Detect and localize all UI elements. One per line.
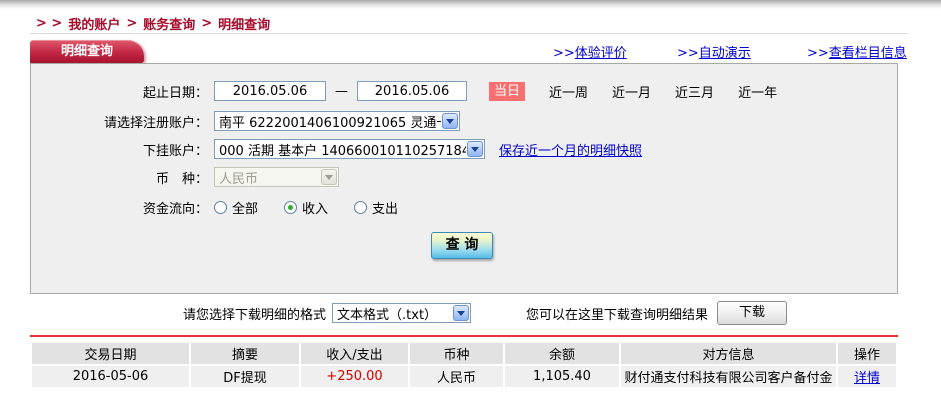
download-format-value: 文本格式（.txt）: [333, 304, 452, 323]
quick-range-month[interactable]: 近一月: [612, 82, 651, 101]
download-format-label: 请您选择下载明细的格式: [183, 304, 326, 323]
cell-currency: 人民币: [410, 366, 503, 387]
breadcrumb: > > 我的账户 > 账务查询 > 明细查询: [36, 14, 270, 33]
date-range-row: 起止日期： — 当日 近一周 近一月 近三月 近一年: [31, 80, 897, 102]
sub-account-select[interactable]: 000 活期 基本户 1406600101102571848: [214, 139, 485, 159]
col-header-date: 交易日期: [32, 343, 189, 364]
breadcrumb-detail-query[interactable]: 明细查询: [218, 14, 270, 33]
link-prefix: >>: [553, 46, 575, 61]
radio-flow-income-label: 收入: [302, 198, 328, 217]
flow-direction-row: 资金流向： 全部 收入 支出: [31, 196, 897, 218]
date-separator: —: [335, 84, 348, 99]
tab-detail-query[interactable]: 明细查询: [30, 40, 144, 63]
col-header-action: 操作: [838, 343, 896, 364]
cell-date: 2016-05-06: [32, 366, 189, 387]
download-row: 请您选择下载明细的格式 文本格式（.txt） 您可以在这里下载查询明细结果 下载: [183, 301, 787, 325]
cell-action: 详情: [838, 366, 896, 387]
link-experience-review[interactable]: >>体验评价: [553, 42, 627, 61]
flow-direction-label: 资金流向：: [31, 198, 208, 217]
col-header-balance: 余额: [505, 343, 619, 364]
download-button[interactable]: 下载: [717, 301, 787, 325]
date-range-label: 起止日期：: [31, 82, 208, 101]
detail-link[interactable]: 详情: [854, 371, 880, 386]
cell-balance: 1,105.40: [505, 366, 619, 387]
sub-account-row: 下挂账户： 000 活期 基本户 1406600101102571848 保存近…: [31, 138, 897, 160]
link-prefix: >>: [677, 46, 699, 61]
register-account-label: 请选择注册账户：: [31, 112, 208, 131]
date-from-input[interactable]: [214, 81, 326, 101]
col-header-summary: 摘要: [191, 343, 299, 364]
chevron-down-icon[interactable]: [467, 141, 483, 157]
register-account-row: 请选择注册账户： 南平 6222001406100921065 灵通卡: [31, 110, 897, 132]
table-row: 2016-05-06 DF提现 +250.00 人民币 1,105.40 财付通…: [32, 366, 896, 387]
link-label: 体验评价: [575, 46, 627, 61]
breadcrumb-my-account[interactable]: 我的账户: [68, 14, 120, 33]
col-header-counterparty: 对方信息: [621, 343, 836, 364]
breadcrumb-separator: >: [201, 16, 212, 31]
register-account-select[interactable]: 南平 6222001406100921065 灵通卡: [214, 111, 460, 131]
download-format-select[interactable]: 文本格式（.txt）: [332, 303, 471, 323]
link-prefix: >>: [807, 46, 829, 61]
radio-flow-all-label: 全部: [232, 198, 258, 217]
date-to-input[interactable]: [357, 81, 467, 101]
quick-range-week[interactable]: 近一周: [549, 82, 588, 101]
currency-select: 人民币: [214, 167, 339, 187]
page: > > 我的账户 > 账务查询 > 明细查询 明细查询 >>体验评价 >>自动演…: [0, 0, 941, 417]
breadcrumb-divider: [30, 33, 908, 34]
tab-label: 明细查询: [61, 44, 113, 59]
breadcrumb-account-query[interactable]: 账务查询: [143, 14, 195, 33]
table-top-divider: [30, 335, 898, 337]
transactions-table: 交易日期 摘要 收入/支出 币种 余额 对方信息 操作 2016-05-06 D…: [30, 341, 898, 389]
save-snapshot-link[interactable]: 保存近一个月的明细快照: [499, 140, 642, 159]
currency-row: 币 种： 人民币: [31, 166, 897, 188]
radio-flow-all[interactable]: [214, 201, 227, 214]
chevron-down-icon[interactable]: [453, 305, 469, 321]
cell-summary: DF提现: [191, 366, 299, 387]
link-column-info[interactable]: >>查看栏目信息: [807, 42, 907, 61]
breadcrumb-prefix: > >: [36, 16, 62, 31]
download-result-label: 您可以在这里下载查询明细结果: [526, 304, 708, 323]
query-button[interactable]: 查 询: [431, 232, 493, 259]
breadcrumb-separator: >: [126, 16, 137, 31]
top-shadow: [0, 0, 941, 9]
table-header-row: 交易日期 摘要 收入/支出 币种 余额 对方信息 操作: [32, 343, 896, 364]
currency-value: 人民币: [215, 168, 320, 187]
chevron-down-icon[interactable]: [442, 113, 458, 129]
chevron-down-icon: [321, 169, 337, 185]
col-header-currency: 币种: [410, 343, 503, 364]
link-label: 自动演示: [699, 46, 751, 61]
link-auto-demo[interactable]: >>自动演示: [677, 42, 751, 61]
query-form-panel: 起止日期： — 当日 近一周 近一月 近三月 近一年 请选择注册账户： 南平 6…: [30, 63, 898, 294]
quick-range-today-badge[interactable]: 当日: [489, 82, 525, 101]
cell-counterparty: 财付通支付科技有限公司客户备付金: [621, 366, 836, 387]
sub-account-value: 000 活期 基本户 1406600101102571848: [215, 140, 466, 159]
cell-amount: +250.00: [301, 366, 408, 387]
col-header-amount: 收入/支出: [301, 343, 408, 364]
sub-account-label: 下挂账户：: [31, 140, 208, 159]
link-label: 查看栏目信息: [829, 46, 907, 61]
radio-flow-income[interactable]: [284, 201, 297, 214]
quick-range-quarter[interactable]: 近三月: [675, 82, 714, 101]
register-account-value: 南平 6222001406100921065 灵通卡: [215, 112, 441, 131]
radio-flow-expense-label: 支出: [372, 198, 398, 217]
quick-range-year[interactable]: 近一年: [738, 82, 777, 101]
currency-label: 币 种：: [31, 168, 208, 187]
radio-flow-expense[interactable]: [354, 201, 367, 214]
